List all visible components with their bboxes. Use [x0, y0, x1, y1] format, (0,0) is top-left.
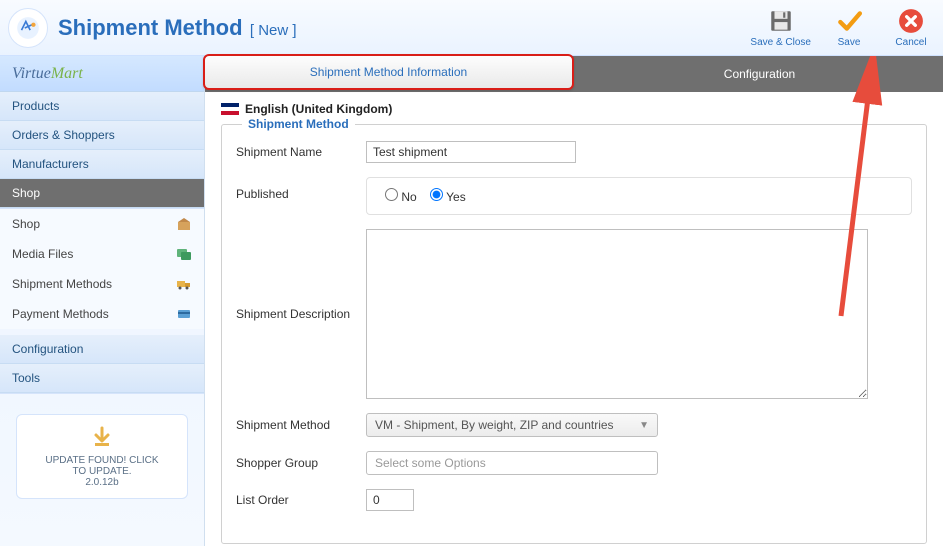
save-close-button[interactable]: Save & Close: [750, 7, 811, 48]
chevron-down-icon: ▼: [639, 420, 649, 431]
sidebar-item-shop[interactable]: Shop: [0, 179, 204, 208]
cancel-icon: [897, 7, 925, 35]
list-order-input[interactable]: [366, 489, 414, 511]
payment-icon: [176, 306, 192, 322]
language-row: English (United Kingdom): [221, 102, 927, 116]
fieldset-shipment-method: Shipment Method Shipment Name Published …: [221, 124, 927, 544]
tabs: Shipment Method Information Configuratio…: [205, 56, 943, 92]
shipment-name-label: Shipment Name: [236, 145, 366, 159]
flag-uk-icon: [221, 103, 239, 115]
shop-icon: [176, 216, 192, 232]
sidebar-sub-payment[interactable]: Payment Methods: [0, 299, 204, 329]
sidebar: VirtueMart Products Orders & Shoppers Ma…: [0, 56, 205, 546]
published-no-option[interactable]: No: [385, 190, 417, 204]
brand: VirtueMart: [0, 56, 204, 92]
sidebar-sub-shipment[interactable]: Shipment Methods: [0, 269, 204, 299]
sidebar-item-manufacturers[interactable]: Manufacturers: [0, 150, 204, 179]
media-icon: [176, 246, 192, 262]
update-box[interactable]: UPDATE FOUND! CLICK TO UPDATE. 2.0.12b: [16, 414, 188, 499]
app-icon: [8, 8, 48, 48]
sidebar-item-products[interactable]: Products: [0, 92, 204, 121]
header: Shipment Method [ New ] Save & Close Sav…: [0, 0, 943, 56]
description-label: Shipment Description: [236, 307, 366, 321]
tab-shipment-info[interactable]: Shipment Method Information: [203, 54, 574, 90]
published-yes-option[interactable]: Yes: [430, 190, 466, 204]
sidebar-item-configuration[interactable]: Configuration: [0, 335, 204, 364]
cancel-button[interactable]: Cancel: [887, 7, 935, 48]
sidebar-sub-media[interactable]: Media Files: [0, 239, 204, 269]
shipment-method-select[interactable]: VM - Shipment, By weight, ZIP and countr…: [366, 413, 658, 437]
page-subtitle: [ New ]: [250, 22, 297, 39]
toolbar: Save & Close Save Cancel: [750, 7, 935, 48]
published-radio-group: No Yes: [366, 177, 912, 215]
published-no-radio[interactable]: [385, 188, 398, 201]
sidebar-item-tools[interactable]: Tools: [0, 364, 204, 393]
tab-configuration[interactable]: Configuration: [576, 56, 943, 92]
main: Shipment Method Information Configuratio…: [205, 56, 943, 546]
published-yes-radio[interactable]: [430, 188, 443, 201]
save-close-icon: [767, 7, 795, 35]
sidebar-sub-shop[interactable]: Shop: [0, 209, 204, 239]
page-title: Shipment Method: [58, 15, 243, 40]
list-order-label: List Order: [236, 493, 366, 507]
published-label: Published: [236, 177, 366, 201]
save-icon: [835, 7, 863, 35]
shopper-group-select[interactable]: Select some Options: [366, 451, 658, 475]
method-label: Shipment Method: [236, 418, 366, 432]
shipment-name-input[interactable]: [366, 141, 576, 163]
save-button[interactable]: Save: [825, 7, 873, 48]
fieldset-legend: Shipment Method: [242, 117, 355, 131]
truck-icon: [176, 276, 192, 292]
shopper-group-label: Shopper Group: [236, 456, 366, 470]
download-icon: [90, 425, 114, 449]
description-textarea[interactable]: [366, 229, 868, 399]
sidebar-item-orders[interactable]: Orders & Shoppers: [0, 121, 204, 150]
